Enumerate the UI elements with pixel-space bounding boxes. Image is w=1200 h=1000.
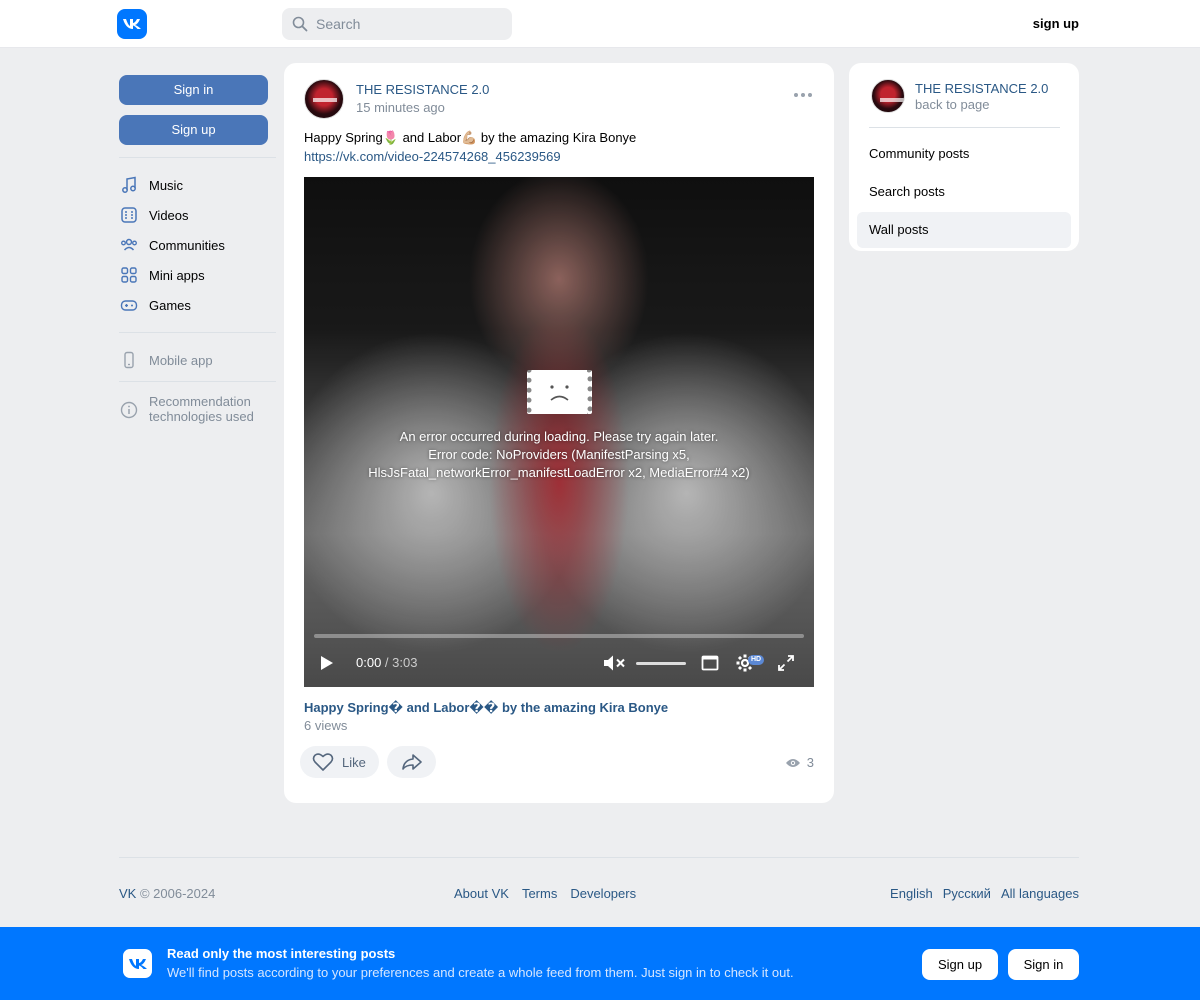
- video-title[interactable]: Happy Spring� and Labor�� by the amazing…: [304, 700, 668, 716]
- community-name: THE RESISTANCE 2.0: [915, 81, 1049, 96]
- eye-icon: [785, 758, 800, 767]
- view-counter: 3: [785, 755, 814, 770]
- music-icon: [119, 175, 139, 195]
- games-icon: [119, 295, 139, 315]
- mini-player-icon[interactable]: [701, 654, 719, 672]
- like-button[interactable]: Like: [300, 746, 379, 778]
- sidebar-item-mobile-app[interactable]: Mobile app: [119, 345, 279, 375]
- copyright-text: © 2006-2024: [136, 886, 216, 901]
- sad-film-icon: [527, 370, 592, 414]
- sidebar-item-videos[interactable]: Videos: [119, 200, 279, 230]
- sidebar-item-communities[interactable]: Communities: [119, 230, 279, 260]
- sidebar-item-music[interactable]: Music: [119, 170, 279, 200]
- more-options-icon[interactable]: [794, 93, 812, 97]
- post-header: THE RESISTANCE 2.0 15 minutes ago: [304, 79, 489, 119]
- video-player[interactable]: An error occurred during loading. Please…: [304, 177, 814, 687]
- footer-link-terms[interactable]: Terms: [522, 886, 557, 901]
- sidebar-item-label: Videos: [149, 207, 189, 223]
- fullscreen-icon[interactable]: [777, 654, 795, 672]
- share-button[interactable]: [387, 746, 436, 778]
- post-card: THE RESISTANCE 2.0 15 minutes ago Happy …: [284, 63, 834, 803]
- right-sidebar-card: THE RESISTANCE 2.0 back to page Communit…: [849, 63, 1079, 251]
- right-menu: Community posts Search posts Wall posts: [857, 136, 1071, 250]
- sidebar-divider: [119, 381, 276, 382]
- post-text: Happy Spring🌷 and Labor💪🏼 by the amazing…: [304, 128, 636, 166]
- menu-community-posts[interactable]: Community posts: [857, 136, 1071, 172]
- vk-logo-icon: [123, 949, 152, 978]
- video-views: 6 views: [304, 718, 348, 733]
- sidebar-item-label: Mini apps: [149, 267, 205, 283]
- share-icon: [401, 754, 422, 770]
- footer-links: About VK Terms Developers: [454, 886, 636, 901]
- footer-divider: [119, 857, 1079, 858]
- sidebar-item-recommendations[interactable]: Recommendation technologies used: [119, 394, 279, 426]
- mute-icon[interactable]: [602, 653, 626, 673]
- community-avatar[interactable]: [304, 79, 344, 119]
- banner-title: Read only the most interesting posts: [167, 946, 396, 961]
- post-body: Happy Spring🌷 and Labor💪🏼 by the amazing…: [304, 130, 637, 145]
- sidebar-divider: [119, 332, 276, 333]
- sidebar-item-label: Recommendation technologies used: [149, 394, 254, 424]
- view-count-value: 3: [806, 755, 814, 770]
- sidebar-item-label: Mobile app: [149, 352, 213, 368]
- volume-slider[interactable]: [636, 662, 686, 665]
- community-link[interactable]: THE RESISTANCE 2.0 back to page: [871, 79, 1048, 113]
- sidebar-item-label: Games: [149, 297, 191, 313]
- search-icon: [292, 16, 308, 32]
- play-icon[interactable]: [320, 655, 334, 671]
- header-sign-up-link[interactable]: sign up: [1033, 16, 1079, 31]
- footer-languages: English Русский All languages: [890, 886, 1079, 901]
- footer-copyright: VK © 2006-2024: [119, 886, 215, 901]
- language-russian[interactable]: Русский: [943, 886, 991, 901]
- back-to-page-link: back to page: [915, 97, 990, 112]
- video-progress-bar[interactable]: [314, 634, 804, 638]
- footer-link-about[interactable]: About VK: [454, 886, 509, 901]
- info-icon: [119, 400, 139, 420]
- banner-sign-in-button[interactable]: Sign in: [1008, 949, 1079, 980]
- communities-icon: [119, 235, 139, 255]
- menu-search-posts[interactable]: Search posts: [857, 174, 1071, 210]
- sidebar-divider: [119, 157, 276, 158]
- sidebar-item-label: Communities: [149, 237, 225, 253]
- signin-banner: Read only the most interesting posts We'…: [0, 927, 1200, 1000]
- sad-face-icon: [550, 385, 569, 401]
- search-input[interactable]: [316, 16, 496, 32]
- vk-logo-icon: [123, 19, 141, 29]
- menu-wall-posts[interactable]: Wall posts: [857, 212, 1071, 248]
- left-sidebar: Sign in Sign up Music Videos Communities…: [119, 75, 279, 426]
- community-avatar: [871, 79, 905, 113]
- video-controls: 0:00 / 3:03 HD: [304, 649, 814, 677]
- sign-up-button[interactable]: Sign up: [119, 115, 268, 145]
- sidebar-item-games[interactable]: Games: [119, 290, 279, 320]
- language-all[interactable]: All languages: [1001, 886, 1079, 901]
- mini-apps-icon: [119, 265, 139, 285]
- banner-sign-up-button[interactable]: Sign up: [922, 949, 998, 980]
- sign-in-button[interactable]: Sign in: [119, 75, 268, 105]
- sidebar-item-label: Music: [149, 177, 183, 193]
- right-divider: [869, 127, 1060, 128]
- heart-icon: [312, 753, 334, 771]
- language-english[interactable]: English: [890, 886, 933, 901]
- video-error-message: An error occurred during loading. Please…: [304, 428, 814, 482]
- time-total: / 3:03: [381, 655, 418, 670]
- banner-subtitle: We'll find posts according to your prefe…: [167, 965, 794, 980]
- top-header: sign up: [0, 0, 1200, 48]
- post-author-name[interactable]: THE RESISTANCE 2.0: [356, 81, 489, 99]
- post-link[interactable]: https://vk.com/video-224574268_456239569: [304, 149, 561, 164]
- error-line: Error code: NoProviders (ManifestParsing…: [428, 447, 690, 462]
- video-timecode: 0:00 / 3:03: [356, 655, 417, 670]
- post-timestamp[interactable]: 15 minutes ago: [356, 99, 489, 117]
- like-label: Like: [342, 754, 366, 770]
- time-current: 0:00: [356, 655, 382, 670]
- error-line: An error occurred during loading. Please…: [399, 429, 719, 444]
- footer-link-developers[interactable]: Developers: [570, 886, 636, 901]
- search-box[interactable]: [282, 8, 512, 40]
- error-line: HlsJsFatal_networkError_manifestLoadErro…: [368, 465, 750, 480]
- phone-icon: [119, 350, 139, 370]
- videos-icon: [119, 205, 139, 225]
- footer-vk-link[interactable]: VK: [119, 886, 136, 901]
- hd-badge: HD: [748, 655, 765, 665]
- sidebar-item-mini-apps[interactable]: Mini apps: [119, 260, 279, 290]
- vk-logo[interactable]: [117, 9, 147, 39]
